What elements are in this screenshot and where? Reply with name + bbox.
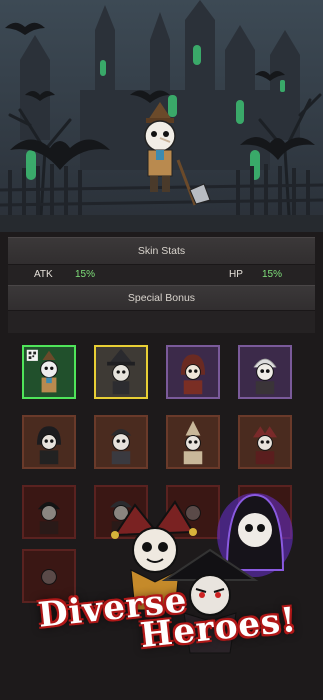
skin-stats-title: Skin Stats [137, 245, 186, 257]
skin-slot[interactable] [166, 415, 220, 469]
special-bonus-header: Special Bonus [8, 285, 315, 311]
atk-label: ATK [34, 268, 53, 280]
skin-slot[interactable] [94, 345, 148, 399]
skin-slot[interactable] [22, 345, 76, 399]
stat-line: ATK 15% HP 15% [8, 263, 315, 285]
atk-value: 15% [75, 268, 96, 280]
hero-preview-scene [0, 0, 323, 232]
qr-icon [26, 349, 38, 361]
skin-stats-header: Skin Stats [8, 237, 315, 265]
skin-slot[interactable] [22, 415, 76, 469]
hp-label: HP [229, 268, 243, 280]
skin-slot[interactable] [94, 415, 148, 469]
hp-value: 15% [262, 268, 283, 280]
promo-banner: Diverse Heroes! [0, 470, 323, 700]
skin-stats-panel: Skin Stats ATK 15% HP 15% Special Bonus [8, 237, 315, 333]
special-bonus-title: Special Bonus [127, 292, 196, 304]
skin-slot[interactable] [238, 415, 292, 469]
skin-slot[interactable] [166, 345, 220, 399]
skin-slot[interactable] [238, 345, 292, 399]
